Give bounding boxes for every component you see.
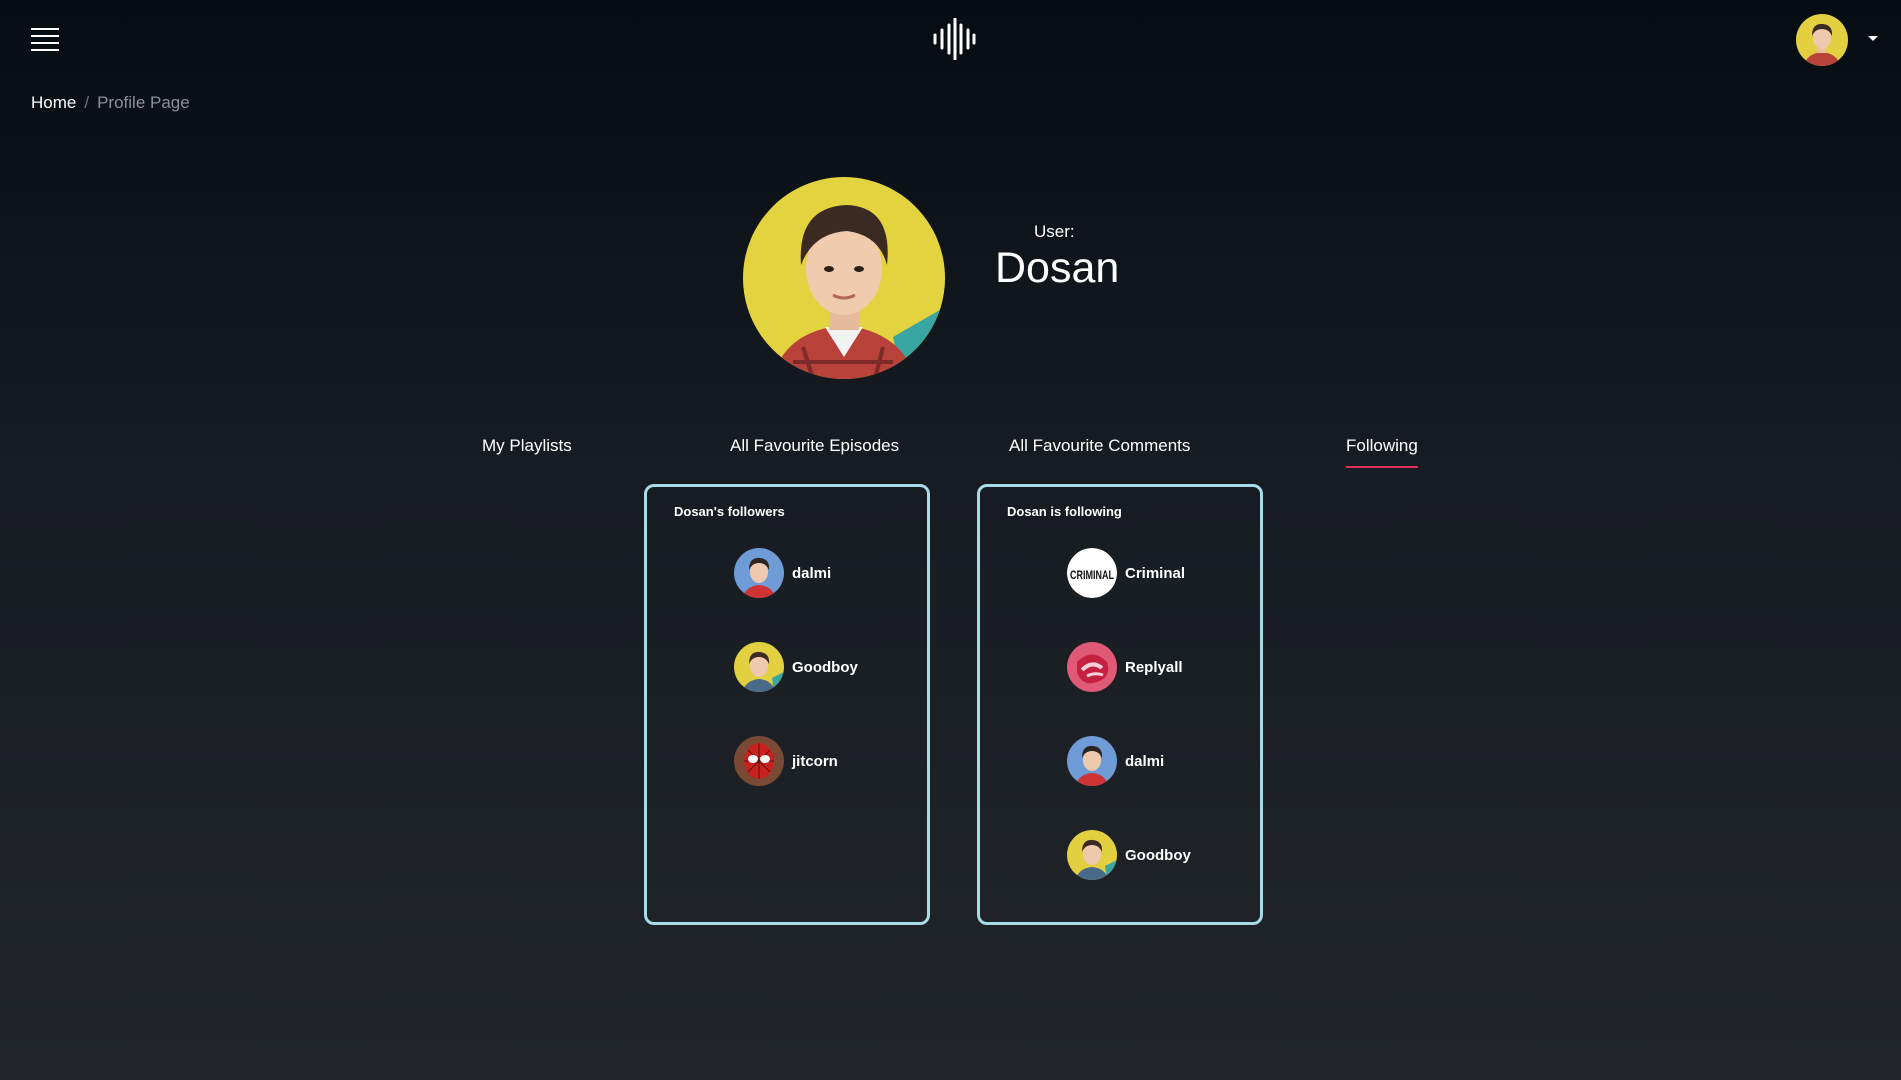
breadcrumb-current: Profile Page <box>97 93 190 112</box>
follower-name: Goodboy <box>792 658 858 676</box>
following-name: dalmi <box>1125 752 1165 770</box>
hamburger-menu-icon[interactable] <box>31 28 59 54</box>
sound-wave-logo-icon[interactable] <box>932 18 977 60</box>
following-panel-title: Dosan is following <box>1007 504 1122 519</box>
follower-item[interactable]: Goodboy <box>734 641 858 693</box>
user-label: User: <box>1034 222 1075 241</box>
caret-down-icon[interactable] <box>1868 36 1878 41</box>
user-avatar-icon <box>734 736 784 786</box>
user-avatar-icon[interactable] <box>1796 14 1848 66</box>
tab-following[interactable]: Following <box>1346 436 1418 468</box>
following-item[interactable]: CRIMINAL Criminal <box>1067 547 1185 599</box>
top-navbar <box>0 0 1901 80</box>
following-name: Criminal <box>1125 564 1186 582</box>
follower-name: jitcorn <box>792 752 838 770</box>
follower-item[interactable]: jitcorn <box>734 735 838 787</box>
user-avatar-icon <box>734 548 784 598</box>
following-name: Replyall <box>1125 658 1183 676</box>
following-item[interactable]: Replyall <box>1067 641 1183 693</box>
profile-avatar <box>743 177 945 379</box>
user-avatar-icon <box>734 642 784 692</box>
followers-panel: Dosan's followers dalmi Goodboy jitcorn <box>644 484 930 925</box>
follower-name: dalmi <box>792 564 832 582</box>
replyall-logo-icon <box>1067 642 1117 692</box>
tab-my-playlists[interactable]: My Playlists <box>482 436 572 456</box>
followers-panel-title: Dosan's followers <box>674 504 785 519</box>
criminal-logo-icon: CRIMINAL <box>1067 548 1117 598</box>
following-item[interactable]: Goodboy <box>1067 829 1191 881</box>
breadcrumb: Home / Profile Page <box>31 93 190 113</box>
profile-username: Dosan <box>995 244 1120 292</box>
user-avatar-icon <box>1067 736 1117 786</box>
tab-all-favourite-comments[interactable]: All Favourite Comments <box>1009 436 1190 456</box>
tab-all-favourite-episodes[interactable]: All Favourite Episodes <box>730 436 899 456</box>
user-avatar-icon <box>1067 830 1117 880</box>
breadcrumb-separator: / <box>84 93 90 112</box>
criminal-logo-text: CRIMINAL <box>1070 568 1114 582</box>
breadcrumb-home-link[interactable]: Home <box>31 93 76 112</box>
following-item[interactable]: dalmi <box>1067 735 1164 787</box>
follower-item[interactable]: dalmi <box>734 547 831 599</box>
following-name: Goodboy <box>1125 846 1191 864</box>
following-panel: Dosan is following CRIMINAL Criminal Rep… <box>977 484 1263 925</box>
